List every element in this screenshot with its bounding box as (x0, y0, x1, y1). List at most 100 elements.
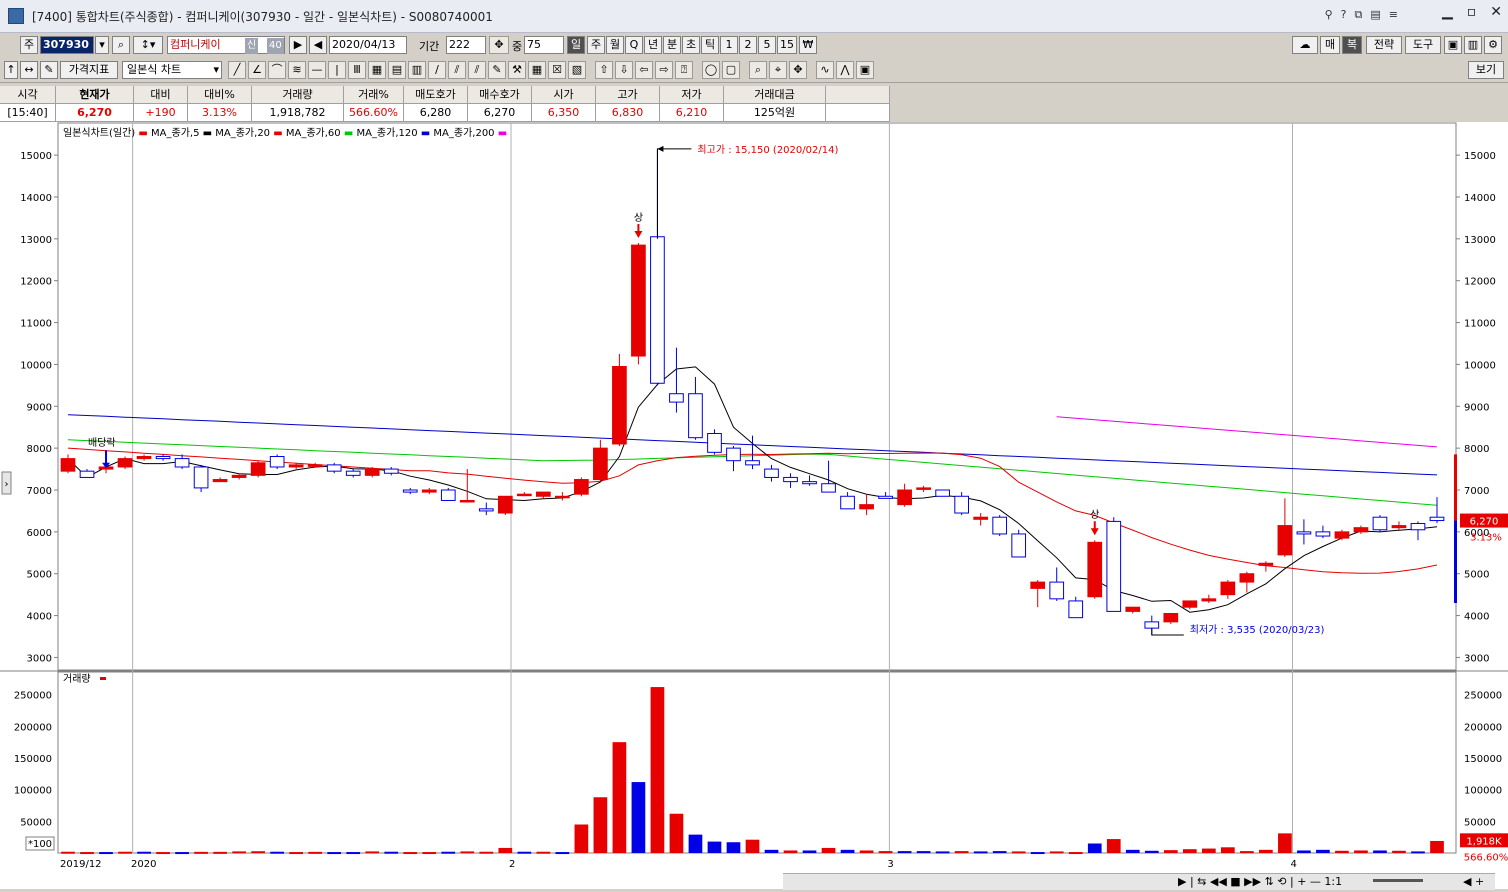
period-quarter[interactable]: Q (625, 36, 643, 54)
menu-icon[interactable]: ≡ (1389, 8, 1398, 22)
name-input[interactable]: 컴퍼니케이 신 40 (167, 36, 285, 54)
draw-tool-8-icon[interactable]: ▤ (388, 61, 406, 79)
scroll-thumb[interactable] (1373, 879, 1423, 882)
price-tick-label-left: 4000 (27, 612, 52, 623)
draw-tool-21-icon[interactable]: ⇨ (655, 61, 673, 79)
volume-bar (764, 849, 779, 853)
minimize-icon[interactable]: ▁ (1442, 4, 1453, 20)
draw-tool-4-icon[interactable]: — (308, 61, 326, 79)
volume-bar (1430, 840, 1444, 853)
code-dropdown-icon[interactable]: ▾ (95, 36, 109, 54)
draw-tool-17-icon[interactable]: ▧ (568, 61, 586, 79)
period-second[interactable]: 초 (682, 36, 700, 54)
view-button[interactable]: 보기 (1468, 61, 1504, 79)
help-icon[interactable]: ? (1341, 8, 1347, 22)
draw-tool-26-icon[interactable]: ⌖ (769, 61, 787, 79)
period-5[interactable]: 5 (758, 36, 776, 54)
sort-icon[interactable]: ↕▾ (133, 36, 163, 54)
edit-icon[interactable]: ✎ (40, 61, 58, 79)
cloud-icon[interactable]: ☁ (1292, 36, 1318, 54)
link-icon[interactable]: ⧉ (1355, 8, 1363, 22)
draw-tool-30-icon[interactable]: ▣ (856, 61, 874, 79)
open-icon[interactable]: ▣ (1444, 36, 1462, 54)
draw-tool-12-icon[interactable]: ⫽ (468, 61, 486, 79)
quote-row: [15:40] 6,270 +190 3.13% 1,918,782 566.6… (0, 104, 890, 122)
move-icon[interactable]: ✥ (489, 36, 509, 54)
draw-tool-20-icon[interactable]: ⇦ (635, 61, 653, 79)
price-chart[interactable]: 2019/12 2020 2 3 4 3000 3000 4000 4000 5000 5000 60… (0, 122, 1508, 889)
period-2[interactable]: 2 (739, 36, 757, 54)
save-icon[interactable]: ▥ (1464, 36, 1482, 54)
code-input[interactable]: 307930 (40, 36, 94, 54)
next-icon[interactable]: ▶ (289, 36, 307, 54)
date-input[interactable]: 2020/04/13 (329, 36, 407, 54)
pct-tag-label: 3.13% (1470, 533, 1502, 544)
volume-bar (1144, 850, 1159, 853)
indicator-button[interactable]: 가격지표 (60, 61, 118, 79)
draw-tool-10-icon[interactable]: ∕ (428, 61, 446, 79)
draw-tool-9-icon[interactable]: ▥ (408, 61, 426, 79)
volume-tag-label: 1,918K (1466, 836, 1502, 847)
chart-area[interactable]: 2019/12 2020 2 3 4 3000 3000 4000 4000 5000 5000 60… (0, 122, 1508, 889)
title-bar: [7400] 통합차트(주식종합) - 컴퍼니케이(307930 - 일간 - … (0, 0, 1508, 33)
close-icon[interactable]: ✕ (1490, 4, 1502, 20)
period-month[interactable]: 월 (606, 36, 624, 54)
draw-tool-15-icon[interactable]: ▦ (528, 61, 546, 79)
draw-tool-24-icon[interactable]: ▢ (722, 61, 740, 79)
draw-tool-2-icon[interactable]: ⌒ (268, 61, 286, 79)
candles (60, 148, 1445, 636)
draw-tool-14-icon[interactable]: ⚒ (508, 61, 526, 79)
draw-tool-18-icon[interactable]: ⇧ (595, 61, 613, 79)
period-year[interactable]: 년 (644, 36, 662, 54)
period-day[interactable]: 일 (567, 36, 585, 54)
period-tick[interactable]: 틱 (701, 36, 719, 54)
chart-type-select[interactable]: 일본식 차트 ▾ (122, 61, 222, 79)
draw-tool-1-icon[interactable]: ∠ (248, 61, 266, 79)
trade-button[interactable]: 매 (1320, 36, 1340, 54)
zoom-input[interactable]: 75 (524, 36, 564, 54)
period-15[interactable]: 15 (777, 36, 797, 54)
draw-tool-5-icon[interactable]: | (328, 61, 346, 79)
scroll-controls[interactable]: ▶ | ⇆ ◀◀ ■ ▶▶ ⇅ ⟲ | + — 1:1 (1178, 875, 1342, 888)
custom-period-icon[interactable]: ₩ (799, 36, 817, 54)
draw-tool-6-icon[interactable]: Ⅲ (348, 61, 366, 79)
strategy-button[interactable]: 전략 (1366, 36, 1402, 54)
maximize-icon[interactable]: ▫ (1467, 4, 1477, 20)
draw-tool-3-icon[interactable]: ≋ (288, 61, 306, 79)
search-icon[interactable]: ⌕ (112, 36, 130, 54)
period-minute[interactable]: 분 (663, 36, 681, 54)
draw-tool-25-icon[interactable]: ⌕ (749, 61, 767, 79)
expand-icon[interactable]: ↔ (20, 61, 38, 79)
draw-tool-22-icon[interactable]: ⍰ (675, 61, 693, 79)
draw-tool-0-icon[interactable]: ╱ (228, 61, 246, 79)
up-arrow-icon[interactable]: ↑ (4, 61, 18, 79)
draw-tool-16-icon[interactable]: ☒ (548, 61, 566, 79)
price-tick-label-right: 9000 (1464, 402, 1489, 413)
draw-tool-29-icon[interactable]: ⋀ (836, 61, 854, 79)
prev-icon[interactable]: ◀ (309, 36, 327, 54)
draw-tool-27-icon[interactable]: ✥ (789, 61, 807, 79)
value-blank (826, 104, 890, 122)
draw-tool-13-icon[interactable]: ✎ (488, 61, 506, 79)
header-volume-pct: 거래% (344, 86, 404, 104)
volume-bar (650, 687, 665, 853)
draw-tool-19-icon[interactable]: ⇩ (615, 61, 633, 79)
volume-bar (707, 841, 722, 853)
compound-button[interactable]: 복 (1342, 36, 1362, 54)
settings-icon[interactable]: ⚙ (1484, 36, 1502, 54)
draw-tool-28-icon[interactable]: ∿ (816, 61, 834, 79)
draw-tool-23-icon[interactable]: ◯ (702, 61, 720, 79)
candle-body (745, 460, 760, 466)
period-input[interactable]: 222 (446, 36, 486, 54)
zoom-controls[interactable]: ◀ + (1463, 875, 1484, 888)
chart-scrollbar[interactable]: ▶ | ⇆ ◀◀ ■ ▶▶ ⇅ ⟲ | + — 1:1 ◀ + (783, 873, 1495, 890)
market-select[interactable]: 주 (20, 36, 38, 54)
tools-button[interactable]: 도구 (1405, 36, 1441, 54)
period-week[interactable]: 주 (587, 36, 605, 54)
period-1[interactable]: 1 (720, 36, 738, 54)
pin-icon[interactable]: ⚲ (1325, 8, 1333, 22)
draw-tool-7-icon[interactable]: ▦ (368, 61, 386, 79)
draw-tool-11-icon[interactable]: ⫽ (448, 61, 466, 79)
annotations: 최고가 : 15,150 (2020/02/14) 최저가 : 3,535 (20… (1, 144, 1508, 863)
screen-icon[interactable]: ▤ (1370, 8, 1380, 22)
